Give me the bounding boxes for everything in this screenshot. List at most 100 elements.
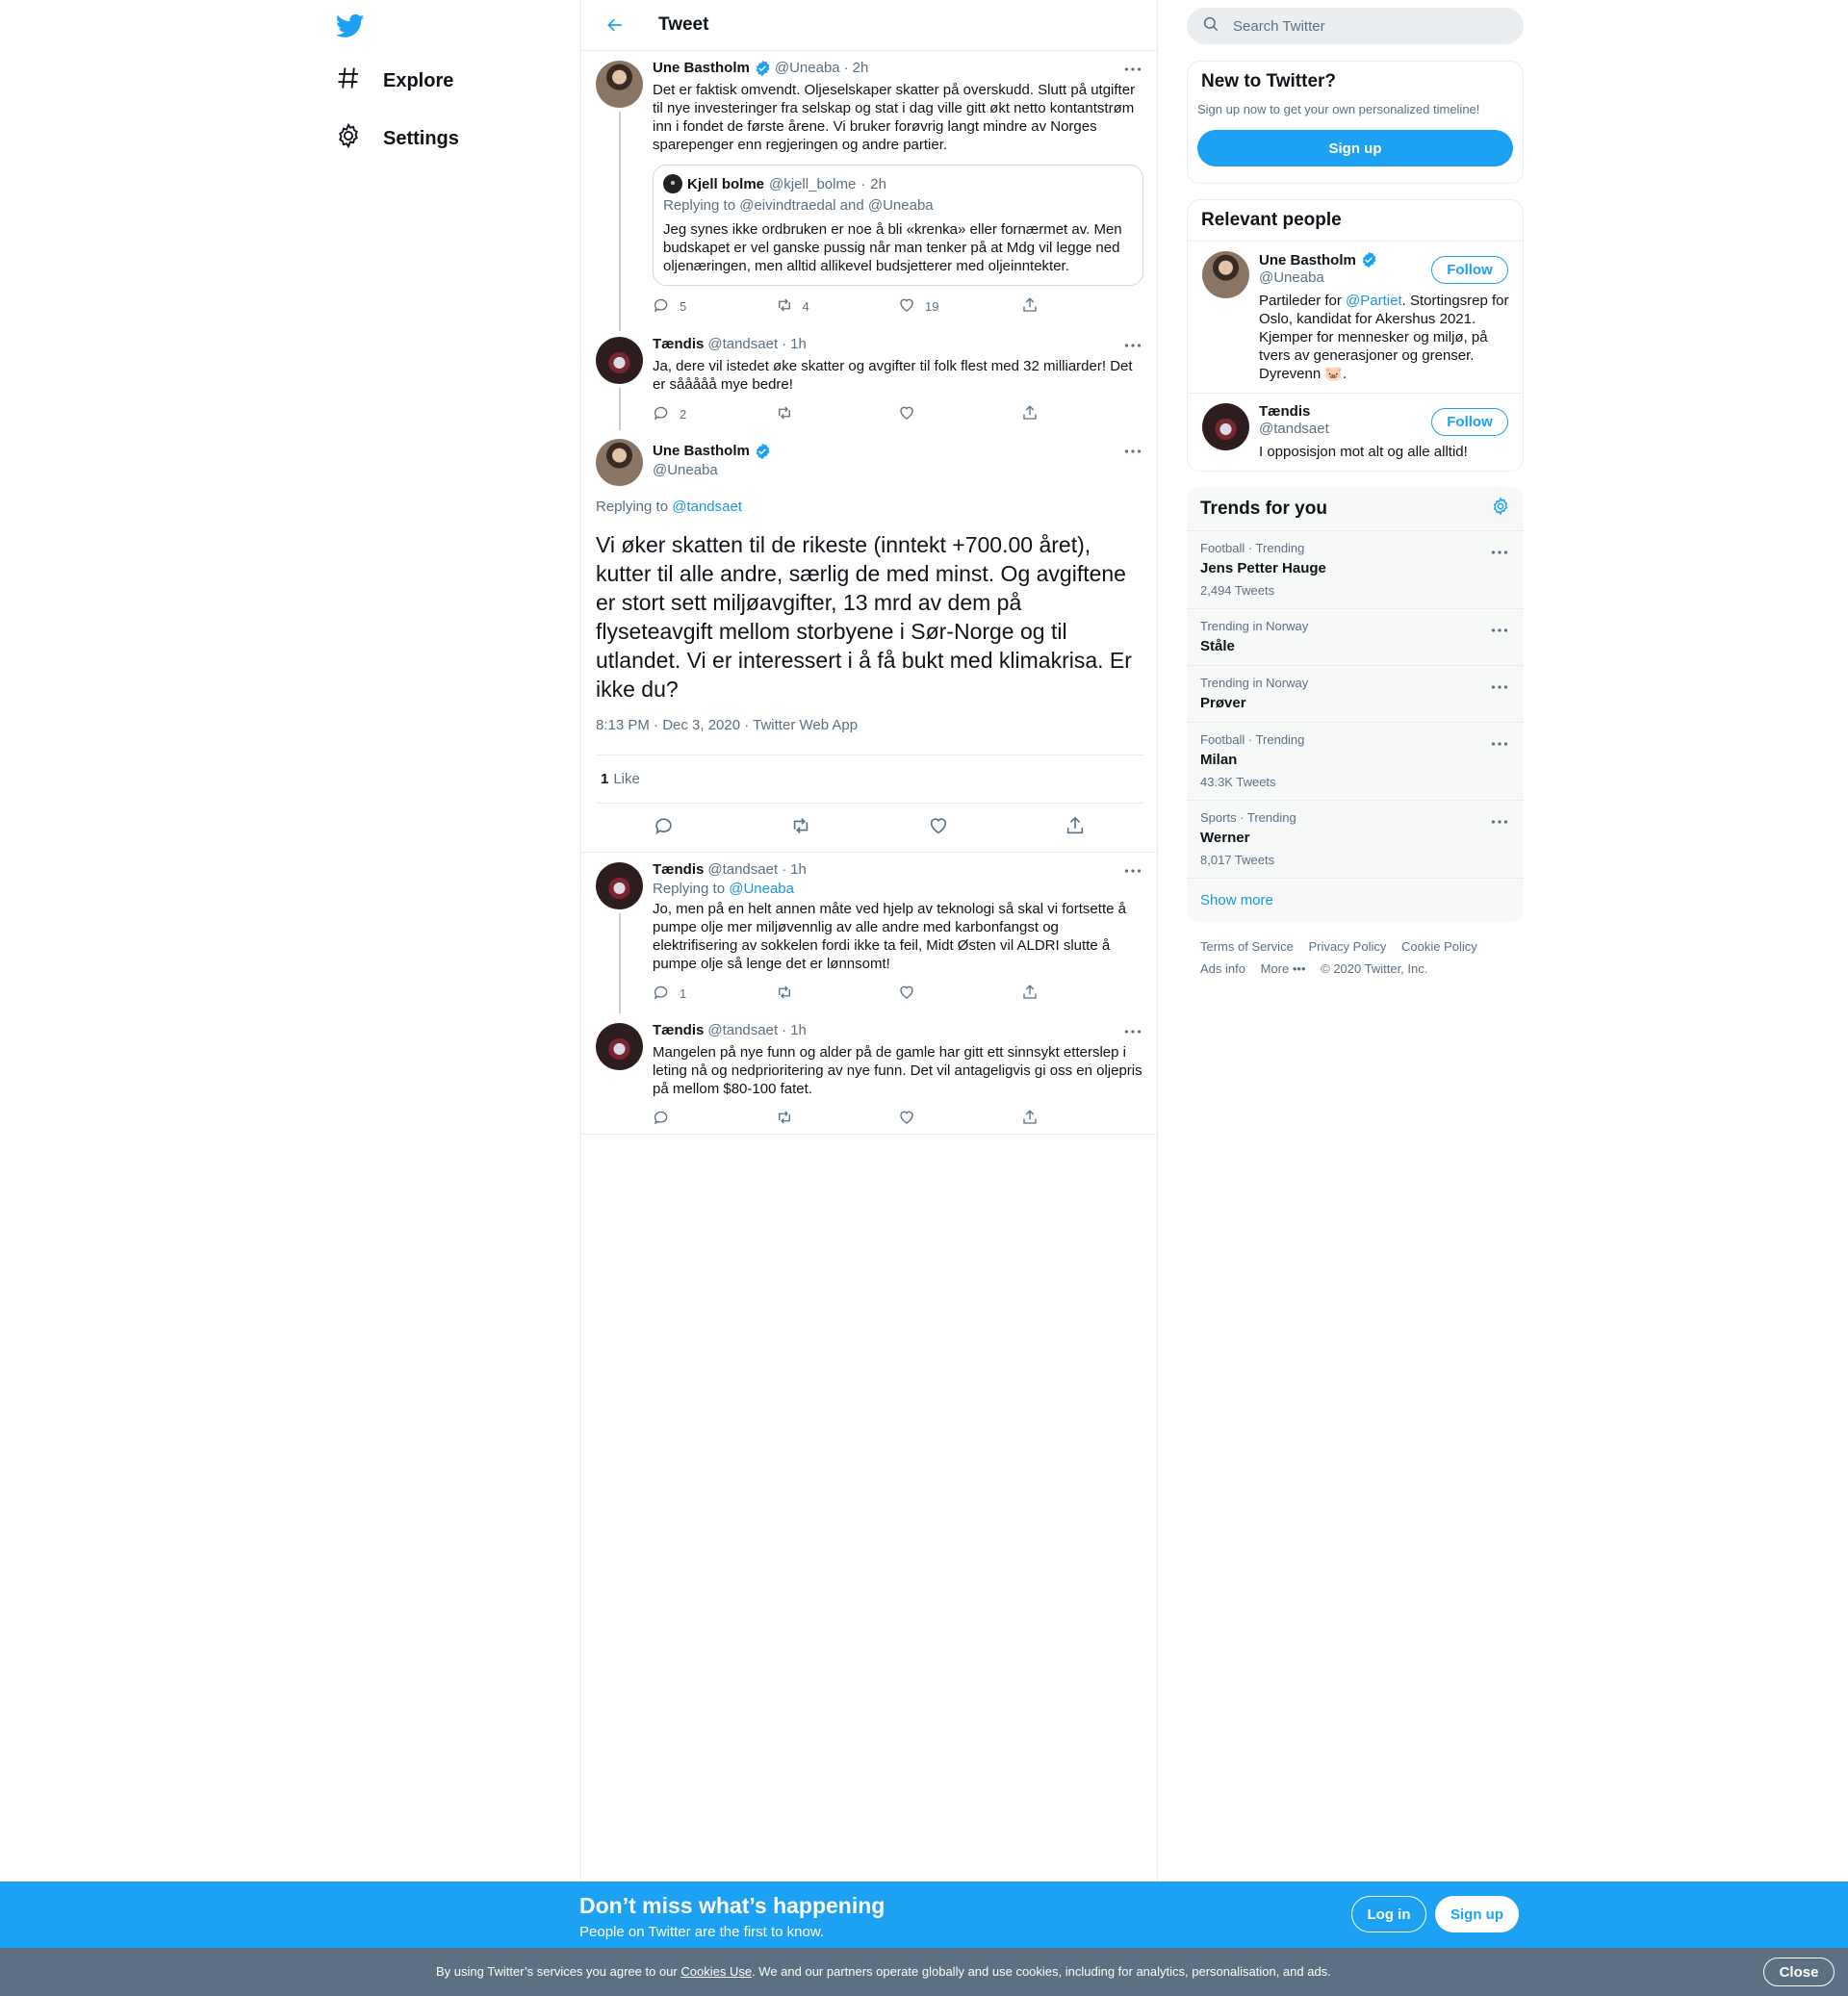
heart-icon [898,1109,915,1129]
author-handle[interactable]: @tandsaet [707,335,778,354]
like-button[interactable] [898,404,1021,424]
more-icon[interactable] [1122,336,1143,355]
card-title: Trends for you [1200,498,1327,519]
author-handle[interactable]: @Uneaba [653,461,771,480]
search-input[interactable]: Search Twitter [1233,18,1325,35]
reply-button[interactable]: 1 [653,984,776,1004]
avatar[interactable] [596,61,643,108]
person-item[interactable]: Une Bastholm @Uneaba Partileder for @Par… [1188,241,1523,393]
quoted-tweet[interactable]: Kjell bolme @kjell_bolme · 2h Replying t… [653,165,1143,286]
back-arrow-icon[interactable] [599,9,631,41]
focused-tweet-actions [596,804,1143,852]
likes-summary[interactable]: 1 Like [596,755,1143,804]
share-icon[interactable] [1065,815,1086,841]
author-name[interactable]: Tændis [653,860,704,880]
retweet-button[interactable] [776,404,899,424]
replying-to-link[interactable]: @tandsaet [672,499,742,515]
person-item[interactable]: Tændis @tandsaet I opposisjon mot alt og… [1188,393,1523,471]
tweet-time[interactable]: 1h [790,860,807,880]
follow-button[interactable]: Follow [1431,408,1508,436]
reply-button[interactable] [653,1109,776,1129]
share-button[interactable] [1021,296,1144,317]
footer-link[interactable]: More ••• [1261,961,1306,976]
tweet-time[interactable]: 1h [790,1021,807,1040]
reply-tweet[interactable]: Tændis @tandsaet · 1h Replying to @Uneab… [581,853,1157,1013]
more-icon[interactable] [1122,60,1143,79]
cookies-use-link[interactable]: Cookies Use [680,1964,752,1979]
login-button[interactable]: Log in [1351,1896,1426,1932]
trend-item[interactable]: Trending in Norway Ståle [1187,609,1524,666]
replying-handles: @eivindtraedal and @Uneaba [739,197,934,214]
footer-link[interactable]: Terms of Service [1200,939,1294,954]
gear-icon[interactable] [1491,497,1510,521]
trend-item[interactable]: Sports · Trending Werner 8,017 Tweets [1187,801,1524,879]
more-icon[interactable] [1489,678,1510,697]
reply-button[interactable]: 5 [653,296,776,317]
retweet-button[interactable]: 4 [776,296,899,317]
footer-link[interactable]: Cookie Policy [1401,939,1477,954]
share-button[interactable] [1021,404,1144,424]
avatar[interactable] [596,862,643,909]
retweet-icon[interactable] [790,815,811,841]
more-icon[interactable] [1489,543,1510,562]
search-bar[interactable]: Search Twitter [1187,8,1524,44]
thread-tweet[interactable]: Tændis @tandsaet · 1h Ja, dere vil isted… [581,327,1157,430]
footer-link[interactable]: Privacy Policy [1308,939,1386,954]
like-button[interactable] [898,984,1021,1004]
tweet-meta: Une Bastholm @Uneaba · 2h [653,51,1143,78]
more-icon[interactable] [1122,442,1143,461]
more-icon[interactable] [1122,1022,1143,1041]
share-icon [1021,984,1039,1004]
share-button[interactable] [1021,984,1144,1004]
trend-item[interactable]: Trending in Norway Prøver [1187,666,1524,723]
avatar[interactable] [1202,403,1249,450]
retweet-icon [776,296,793,317]
tweet-timestamp[interactable]: 8:13 PM · Dec 3, 2020 · Twitter Web App [596,717,1143,755]
trend-item[interactable]: Football · Trending Jens Petter Hauge 2,… [1187,531,1524,609]
more-icon[interactable] [1489,734,1510,754]
signup-button[interactable]: Sign up [1435,1896,1519,1932]
more-icon[interactable] [1489,621,1510,640]
more-icon[interactable] [1489,812,1510,832]
show-more-link[interactable]: Show more [1187,879,1524,922]
reply-button[interactable]: 2 [653,404,776,424]
like-button[interactable]: 19 [898,296,1021,317]
author-handle[interactable]: @tandsaet [707,1021,778,1040]
reply-icon[interactable] [654,815,675,841]
avatar[interactable] [1202,251,1249,298]
avatar[interactable] [596,1023,643,1070]
replying-to-link[interactable]: @Uneaba [729,881,794,897]
heart-icon[interactable] [928,815,949,841]
heart-icon [898,984,915,1004]
heart-icon [898,296,915,317]
more-icon[interactable] [1122,861,1143,881]
signup-button[interactable]: Sign up [1197,130,1513,166]
retweet-button[interactable] [776,984,899,1004]
bio-link[interactable]: @Partiet [1346,293,1402,309]
author-name[interactable]: Une Bastholm [653,59,750,78]
tweet-time[interactable]: 1h [790,335,807,354]
retweet-button[interactable] [776,1109,899,1129]
author-name[interactable]: Tændis [653,335,704,354]
thread-tweet[interactable]: Une Bastholm @Uneaba · 2h Det er faktisk… [581,51,1157,331]
author-handle[interactable]: @Uneaba [775,59,840,78]
tweet-actions: 2 [653,395,1143,433]
nav-explore[interactable]: Explore [335,57,453,105]
like-button[interactable] [898,1109,1021,1129]
author-name[interactable]: Tændis [653,1021,704,1040]
share-button[interactable] [1021,1109,1144,1129]
reply-tweet[interactable]: Tændis @tandsaet · 1h Mangelen på nye fu… [581,1013,1157,1135]
nav-settings[interactable]: Settings [335,115,459,163]
trend-item[interactable]: Football · Trending Milan 43.3K Tweets [1187,723,1524,801]
tweet-time[interactable]: 2h [853,59,869,78]
avatar[interactable] [596,337,643,384]
avatar[interactable] [596,439,643,486]
footer-link[interactable]: Ads info [1200,961,1245,976]
follow-button[interactable]: Follow [1431,256,1508,284]
author-name[interactable]: Une Bastholm [653,442,750,461]
author-handle[interactable]: @tandsaet [707,860,778,880]
close-button[interactable]: Close [1763,1958,1835,1986]
trend-context: Football · Trending [1200,541,1305,555]
twitter-bird-icon[interactable] [335,12,365,40]
trend-name: Prøver [1200,695,1246,711]
